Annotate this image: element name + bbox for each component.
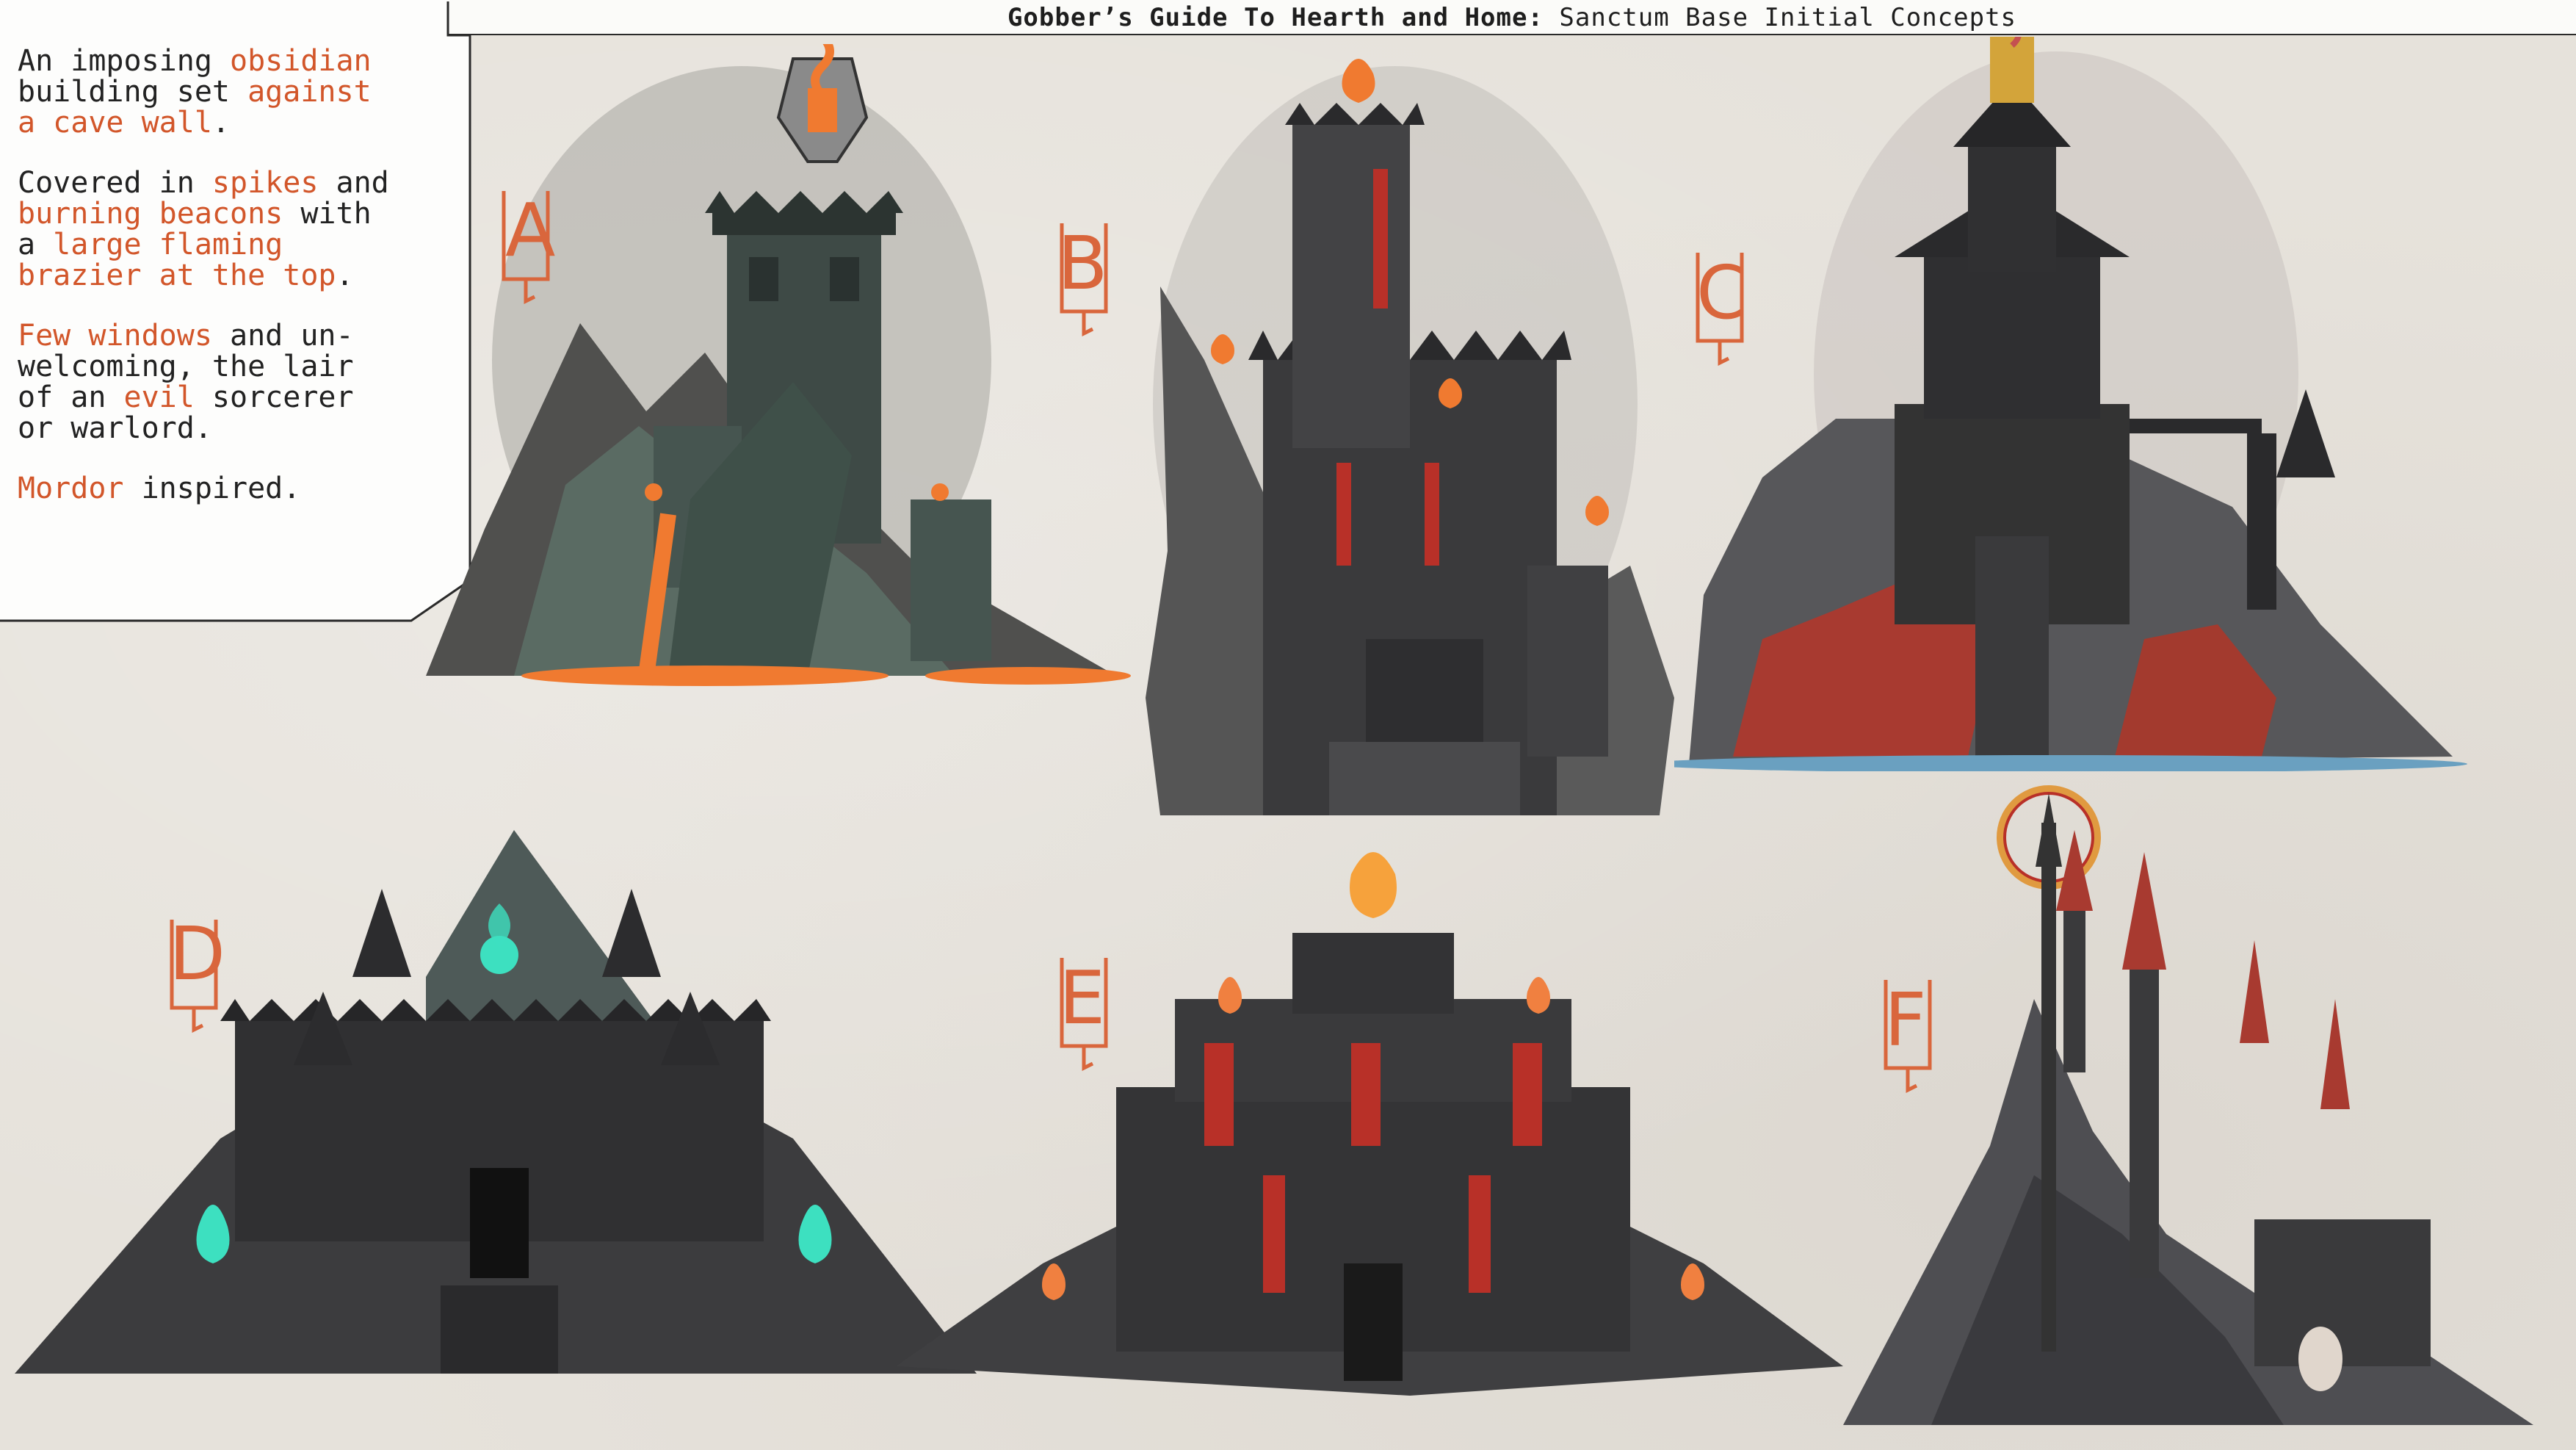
caption-text: Covered in	[18, 166, 212, 200]
highlighted-phrase: evil	[123, 380, 195, 414]
title-subtitle: Sanctum Base Initial Concepts	[1543, 3, 2017, 32]
highlighted-phrase: burning beacons	[18, 197, 283, 231]
caption-text: .	[336, 259, 354, 292]
concept-e-illustration	[896, 852, 1843, 1396]
highlighted-phrase: large flaming brazier at the top	[18, 228, 336, 292]
concept-d-label-frame	[170, 920, 218, 1034]
concept-f-illustration	[1843, 785, 2533, 1425]
concept-c-illustration	[1674, 37, 2467, 771]
concept-a-illustration	[426, 44, 1131, 686]
title-main: Gobber’s Guide To Hearth and Home:	[1007, 3, 1544, 32]
caption-text: An imposing	[18, 44, 230, 78]
concept-a-label-frame	[502, 191, 550, 305]
concept-e-label-frame	[1060, 958, 1108, 1072]
caption-text: building set	[18, 75, 230, 109]
caption-text: inspired.	[123, 472, 301, 505]
highlighted-phrase: Mordor	[18, 472, 124, 505]
caption-text: .	[211, 106, 230, 140]
concept-c-label-frame	[1696, 253, 1744, 367]
concept-d-illustration	[15, 830, 977, 1374]
highlighted-phrase: spikes	[211, 166, 319, 200]
highlighted-phrase: obsidian	[229, 44, 372, 78]
concept-f-label-frame	[1884, 980, 1932, 1094]
concept-b-illustration	[1146, 59, 1674, 815]
highlighted-phrase: Few windows	[18, 319, 212, 353]
caption-text: and	[336, 166, 389, 200]
concept-b-label-frame	[1060, 223, 1108, 337]
page-title: Gobber’s Guide To Hearth and Home: Sanct…	[446, 0, 2576, 35]
